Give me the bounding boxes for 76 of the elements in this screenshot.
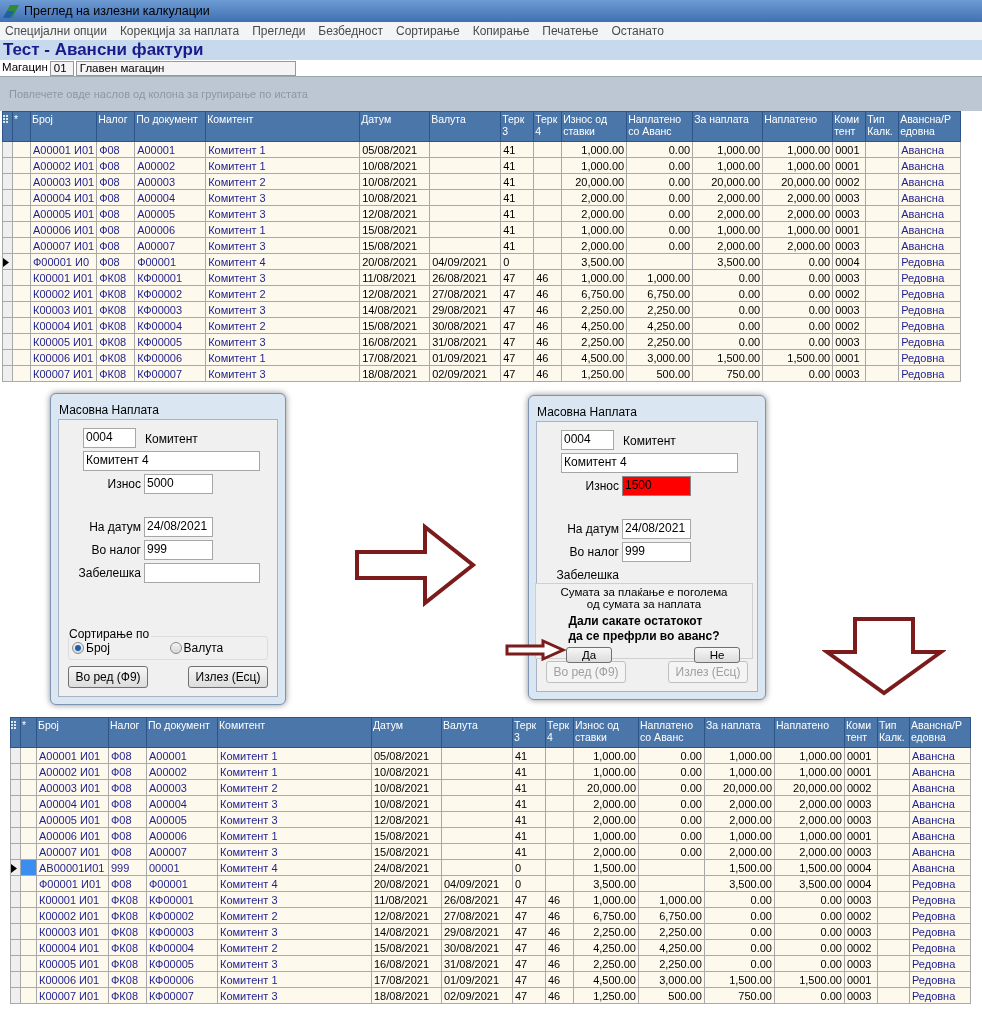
input-field[interactable]: 24/08/2021 xyxy=(622,519,691,539)
input-field[interactable]: 999 xyxy=(622,542,691,562)
question-text: да се префрли во аванс? xyxy=(568,629,720,644)
column-header[interactable]: Тип Калк. xyxy=(865,111,899,142)
menu-item[interactable]: Останато xyxy=(610,22,670,40)
column-header[interactable]: Наплатено xyxy=(774,717,845,748)
column-header[interactable]: Број xyxy=(30,111,97,142)
column-header[interactable]: Авансна/Р едовна xyxy=(898,111,961,142)
input-field[interactable]: 999 xyxy=(144,540,213,560)
column-header[interactable]: За наплата xyxy=(692,111,763,142)
code-field[interactable]: 0004 xyxy=(561,430,614,450)
radio-label[interactable]: Број xyxy=(86,639,110,657)
field-label: Забелешка xyxy=(555,567,619,584)
message-text: од сумата за наплата xyxy=(586,598,702,610)
field-label: Износ xyxy=(106,476,141,493)
input-field[interactable]: 24/08/2021 xyxy=(144,517,213,537)
column-header[interactable]: Терк 4 xyxy=(533,111,562,142)
message-text: Сумата за плаќање е поголема xyxy=(560,586,728,598)
menu-item[interactable]: Прегледи xyxy=(251,22,312,40)
column-header[interactable]: Наплатено со Аванс xyxy=(626,111,693,142)
column-header[interactable]: За наплата xyxy=(704,717,775,748)
field-label: Комитент xyxy=(145,431,198,448)
input-field[interactable]: 5000 xyxy=(144,474,213,494)
page-heading: Тест - Авансни фактури xyxy=(3,40,204,60)
partner-name-field[interactable]: Комитент 4 xyxy=(561,453,738,473)
column-header[interactable]: По документ xyxy=(146,717,218,748)
column-header[interactable]: Терк 4 xyxy=(545,717,574,748)
column-header[interactable]: Наплатено со Аванс xyxy=(638,717,705,748)
menu-item[interactable]: Печатење xyxy=(541,22,605,40)
field-label: Комитент xyxy=(623,433,676,450)
partner-name-field[interactable]: Комитент 4 xyxy=(83,451,260,471)
column-header[interactable]: Износ од ставки xyxy=(561,111,627,142)
dialog-title: Масовна Наплата xyxy=(58,402,160,419)
column-header[interactable]: Датум xyxy=(359,111,430,142)
warehouse-code-field[interactable]: 01 xyxy=(49,60,74,76)
column-header[interactable]: По документ xyxy=(134,111,206,142)
column-header[interactable]: Авансна/Р едовна xyxy=(909,717,971,748)
dialog-button[interactable]: Да xyxy=(566,647,612,663)
column-header[interactable]: Валута xyxy=(429,111,501,142)
field-label: Забелешка xyxy=(77,565,141,582)
column-header[interactable]: Комитент xyxy=(205,111,360,142)
dialog-button[interactable]: Не xyxy=(694,647,740,663)
warehouse-name-field: Главен магацин xyxy=(75,60,296,76)
field-label: На датум xyxy=(566,521,619,538)
group-title: Сортирање по xyxy=(69,628,152,641)
field-label: Магацин xyxy=(2,60,48,76)
column-header[interactable]: Налог xyxy=(108,717,147,748)
menu-item[interactable]: Корекција за наплата xyxy=(118,22,246,40)
window-title: Преглед на излезни калкулации xyxy=(24,2,210,20)
column-header[interactable]: Налог xyxy=(96,111,135,142)
field-label: Во налог xyxy=(90,542,141,559)
dialog-button[interactable]: Во ред (Ф9) xyxy=(68,666,148,688)
question-text: Дали сакате остатокот xyxy=(568,614,704,629)
column-header[interactable]: Тип Калк. xyxy=(877,717,910,748)
code-field[interactable]: 0004 xyxy=(83,428,136,448)
column-header[interactable]: Датум xyxy=(371,717,442,748)
field-label: Износ xyxy=(584,478,619,495)
field-label: На датум xyxy=(88,519,141,536)
menu-item[interactable]: Сортирање xyxy=(394,22,466,40)
column-header[interactable]: Коми тент xyxy=(832,111,866,142)
radio-label[interactable]: Валута xyxy=(183,639,224,657)
column-header[interactable]: Терк 3 xyxy=(500,111,534,142)
column-header[interactable]: Наплатено xyxy=(762,111,833,142)
column-header[interactable]: Комитент xyxy=(217,717,372,748)
column-header[interactable]: Износ од ставки xyxy=(573,717,639,748)
column-header[interactable]: Валута xyxy=(441,717,513,748)
column-header[interactable]: Терк 3 xyxy=(512,717,546,748)
field-label: Во налог xyxy=(568,544,619,561)
menu-item[interactable]: Специјални опции xyxy=(4,22,113,40)
dialog-button[interactable]: Излез (Есц) xyxy=(188,666,268,688)
menu-item[interactable]: Безбедност xyxy=(317,22,389,40)
menu-item[interactable]: Копирање xyxy=(471,22,536,40)
column-header[interactable]: Број xyxy=(36,717,109,748)
input-field[interactable]: 1500 xyxy=(622,476,691,496)
column-header[interactable]: Коми тент xyxy=(844,717,878,748)
dialog-title: Масовна Наплата xyxy=(536,404,638,421)
